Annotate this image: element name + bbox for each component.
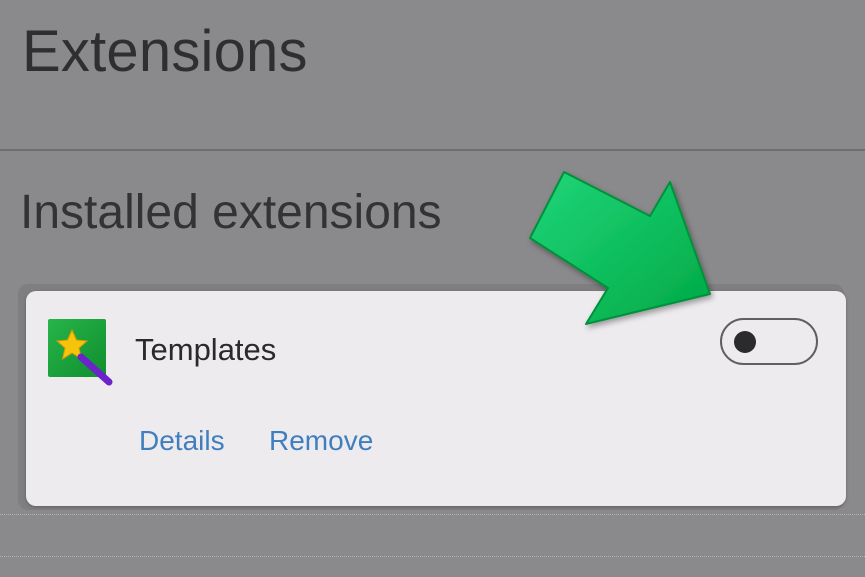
separator-line bbox=[0, 556, 865, 557]
extension-name: Templates bbox=[135, 332, 277, 367]
section-title: Installed extensions bbox=[20, 186, 442, 239]
header-divider bbox=[0, 149, 865, 151]
pointer-arrow-icon bbox=[529, 171, 711, 325]
separator-line bbox=[0, 514, 865, 515]
remove-link[interactable]: Remove bbox=[269, 425, 373, 457]
details-link[interactable]: Details bbox=[139, 425, 225, 457]
toggle-knob bbox=[734, 331, 756, 353]
page-title: Extensions bbox=[22, 19, 308, 84]
magic-wand-icon bbox=[48, 319, 113, 386]
enable-toggle[interactable] bbox=[720, 318, 818, 365]
